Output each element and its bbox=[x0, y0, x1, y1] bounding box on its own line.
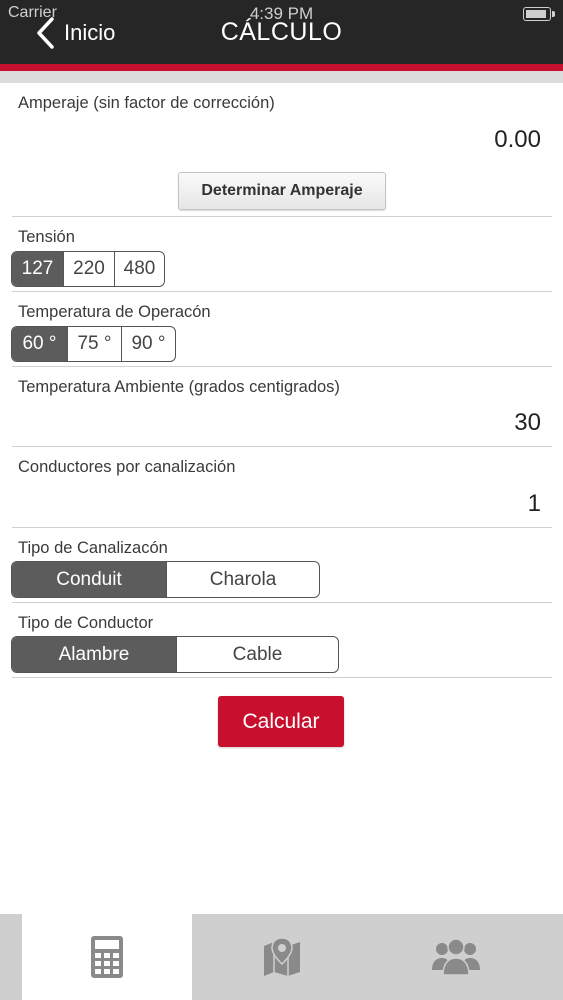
conductor-option-alambre[interactable]: Alambre bbox=[12, 637, 176, 672]
temperatura-ambiente-value[interactable]: 30 bbox=[514, 409, 541, 437]
users-group-icon bbox=[432, 938, 480, 976]
conductores-value[interactable]: 1 bbox=[528, 490, 541, 518]
map-pin-icon bbox=[264, 937, 300, 976]
tab-calculadora[interactable] bbox=[22, 914, 192, 1000]
canalizacion-option-conduit[interactable]: Conduit bbox=[12, 562, 166, 597]
divider bbox=[12, 527, 552, 528]
temperatura-operacion-label: Temperatura de Operacón bbox=[18, 303, 211, 321]
accent-bar bbox=[0, 64, 563, 71]
canalizacion-option-charola[interactable]: Charola bbox=[166, 562, 319, 597]
determinar-amperaje-button[interactable]: Determinar Amperaje bbox=[178, 172, 386, 210]
amperaje-value[interactable]: 0.00 bbox=[494, 126, 541, 154]
temperatura-option-90[interactable]: 90 ° bbox=[121, 327, 175, 361]
temperatura-option-75[interactable]: 75 ° bbox=[67, 327, 121, 361]
temperatura-ambiente-label: Temperatura Ambiente (grados centigrados… bbox=[18, 378, 340, 396]
tension-option-220[interactable]: 220 bbox=[63, 252, 114, 286]
calculator-icon bbox=[91, 936, 123, 978]
conductor-option-cable[interactable]: Cable bbox=[176, 637, 338, 672]
navigation-header: Carrier 4:39 PM Inicio CÁLCULO bbox=[0, 0, 563, 64]
tipo-conductor-label: Tipo de Conductor bbox=[18, 614, 154, 632]
divider bbox=[12, 677, 552, 678]
divider bbox=[12, 216, 552, 217]
tension-option-127[interactable]: 127 bbox=[12, 252, 63, 286]
tab-bar bbox=[0, 914, 563, 1000]
calcular-button[interactable]: Calcular bbox=[218, 696, 344, 747]
page-title: CÁLCULO bbox=[220, 18, 343, 46]
tab-mapa[interactable] bbox=[192, 914, 372, 1000]
divider bbox=[12, 602, 552, 603]
header-shadow-bar bbox=[0, 71, 563, 83]
temperatura-option-60[interactable]: 60 ° bbox=[12, 327, 67, 361]
tipo-canalizacion-label: Tipo de Canalizacón bbox=[18, 539, 168, 557]
tension-segmented-control: 127 220 480 bbox=[11, 251, 165, 287]
divider bbox=[12, 291, 552, 292]
amperaje-label: Amperaje (sin factor de corrección) bbox=[18, 94, 275, 112]
temperatura-operacion-segmented-control: 60 ° 75 ° 90 ° bbox=[11, 326, 176, 362]
divider bbox=[12, 366, 552, 367]
divider bbox=[12, 446, 552, 447]
tab-usuarios[interactable] bbox=[372, 914, 540, 1000]
conductores-label: Conductores por canalización bbox=[18, 458, 236, 476]
tension-option-480[interactable]: 480 bbox=[114, 252, 164, 286]
tipo-canalizacion-segmented-control: Conduit Charola bbox=[11, 561, 320, 598]
tension-label: Tensión bbox=[18, 228, 75, 246]
tipo-conductor-segmented-control: Alambre Cable bbox=[11, 636, 339, 673]
